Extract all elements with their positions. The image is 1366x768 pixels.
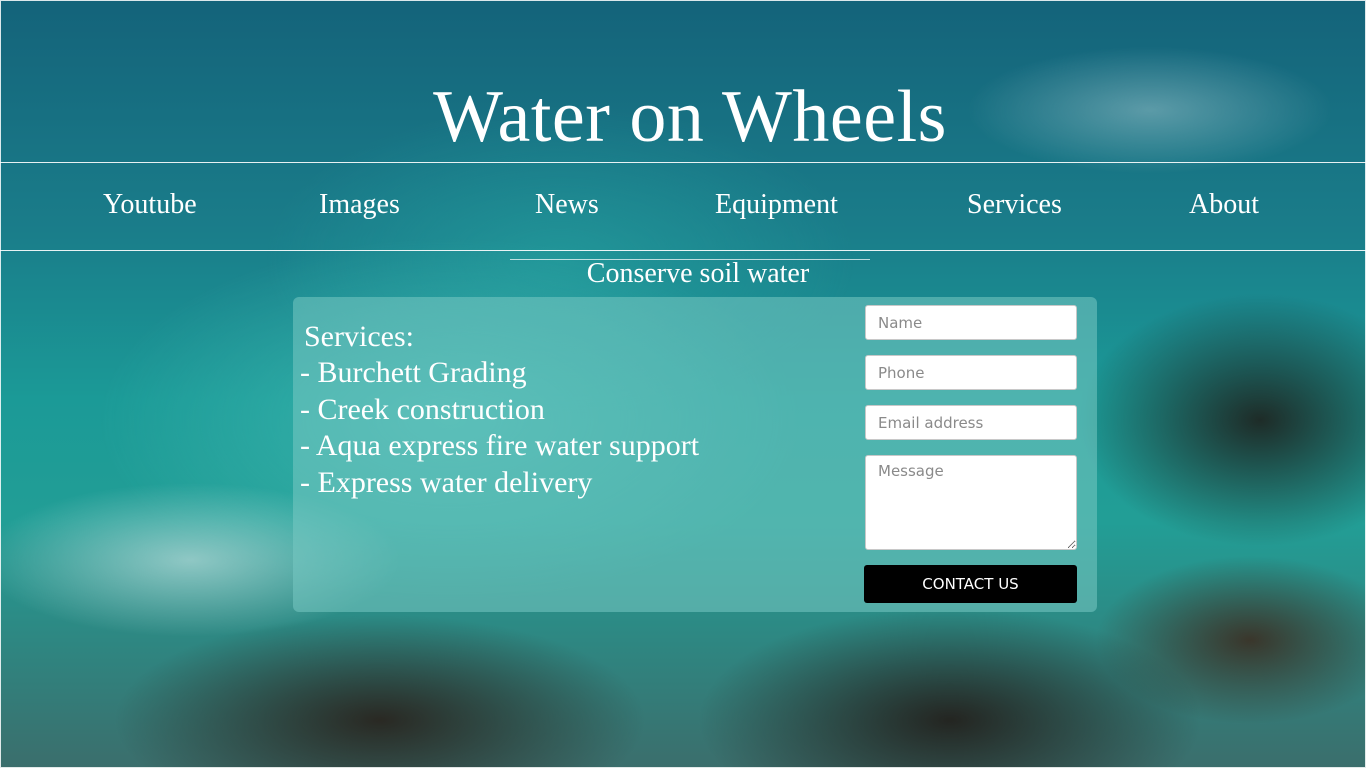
service-item: - Burchett Grading bbox=[300, 356, 527, 389]
name-field[interactable] bbox=[865, 305, 1077, 340]
service-item: - Aqua express fire water support bbox=[300, 429, 700, 462]
contact-form: CONTACT US bbox=[864, 305, 1077, 603]
nav-item-news[interactable]: News bbox=[535, 187, 599, 223]
services-list: Services: - Burchett Grading - Creek con… bbox=[300, 319, 840, 501]
tagline: Conserve soil water bbox=[586, 258, 810, 289]
main-nav: Youtube Images News Equipment Services A… bbox=[0, 162, 1366, 251]
nav-item-services[interactable]: Services bbox=[967, 187, 1062, 223]
site-title: Water on Wheels bbox=[433, 76, 947, 158]
nav-item-images[interactable]: Images bbox=[319, 187, 400, 223]
service-item: - Express water delivery bbox=[300, 465, 593, 499]
services-heading: Services: bbox=[304, 320, 414, 353]
contact-us-button[interactable]: CONTACT US bbox=[864, 565, 1077, 603]
phone-field[interactable] bbox=[865, 355, 1077, 390]
nav-item-about[interactable]: About bbox=[1189, 187, 1259, 223]
nav-item-equipment[interactable]: Equipment bbox=[715, 187, 838, 223]
service-item: - Creek construction bbox=[300, 392, 545, 426]
nav-item-youtube[interactable]: Youtube bbox=[103, 187, 197, 223]
email-field[interactable] bbox=[865, 405, 1077, 440]
message-field[interactable] bbox=[865, 455, 1077, 550]
